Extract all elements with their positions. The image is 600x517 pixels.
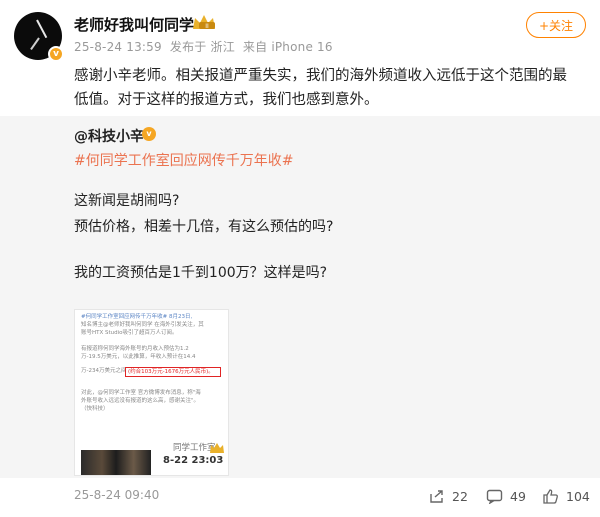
image-text-line: #何同学工作室回应网传千万年收# 8月23日,	[81, 314, 193, 320]
image-text-line: （快科技）	[81, 406, 109, 412]
repost-time: 25-8-24 09:40	[74, 488, 160, 502]
image-text-line: 外账号收入远远没有报道的这么高，感谢关注"。	[81, 398, 200, 404]
post-meta: 25-8-24 13:59 发布于 浙江 来自 iPhone 16	[74, 38, 333, 55]
follow-button[interactable]: +关注	[526, 12, 586, 38]
post-location: 发布于 浙江	[169, 40, 235, 54]
vip-level-text: II	[205, 23, 209, 30]
crown-icon: II	[191, 13, 221, 35]
verified-badge-icon: v	[48, 46, 64, 62]
avatar-clock-hand-short	[30, 37, 40, 51]
repost-line-2: 预估价格，相差十几倍，有这么预估的吗?	[74, 219, 334, 235]
repost-line-3: 我的工资预估是1千到100万？这样是吗?	[74, 265, 328, 281]
image-video-strip	[81, 450, 151, 475]
image-text-line: 万-234万美元之间	[81, 368, 127, 374]
comment-count: 49	[510, 489, 526, 504]
repost-author[interactable]: @科技小辛	[74, 126, 144, 146]
image-timestamp: 8-22 23:03	[163, 455, 224, 466]
repost-card[interactable]: @科技小辛 v #何同学工作室回应网传千万年收# 这新闻是胡闹吗? 预估价格，相…	[0, 116, 600, 478]
hashtag-link[interactable]: #何同学工作室回应网传千万年收#	[74, 150, 293, 170]
repost-image[interactable]: #何同学工作室回应网传千万年收# 8月23日, 知名博主@老师好我叫何同学 在海…	[74, 309, 229, 476]
repost-button[interactable]: 22	[428, 489, 468, 504]
verified-badge-icon: v	[142, 127, 156, 141]
post-text: 感谢小辛老师。相关报道严重失实，我们的海外频道收入远低于这个范围的最低值。对于这…	[74, 68, 567, 108]
post-time: 25-8-24 13:59	[74, 40, 162, 54]
avatar-clock-hand	[36, 19, 48, 39]
image-text-line: 知名博主@老师好我叫何同学 在海外引发关注，其	[81, 322, 204, 328]
repost-count: 22	[452, 489, 468, 504]
repost-icon	[428, 489, 445, 504]
comment-icon	[486, 489, 503, 504]
image-text-line: 有报道称何同学海外账号的月收入预估为1.2	[81, 346, 189, 352]
like-button[interactable]: 104	[542, 489, 590, 504]
image-text-line: 对此，@何同学工作室 官方微博发布消息，称"海	[81, 390, 201, 396]
comment-button[interactable]: 49	[486, 489, 526, 504]
repost-line-1: 这新闻是胡闹吗?	[74, 193, 180, 209]
username[interactable]: 老师好我叫何同学	[74, 14, 194, 35]
like-count: 104	[566, 489, 590, 504]
post-device: 来自 iPhone 16	[242, 40, 333, 54]
like-icon	[542, 489, 559, 504]
image-text-line: 万-19.5万美元，以此推算，年收入预计在14.4	[81, 354, 196, 360]
image-highlight-box: (约合103万元-1676万元人民币)。	[125, 367, 221, 377]
image-text-line: 账号HTX Studio吸引了超百万人订阅。	[81, 330, 178, 336]
